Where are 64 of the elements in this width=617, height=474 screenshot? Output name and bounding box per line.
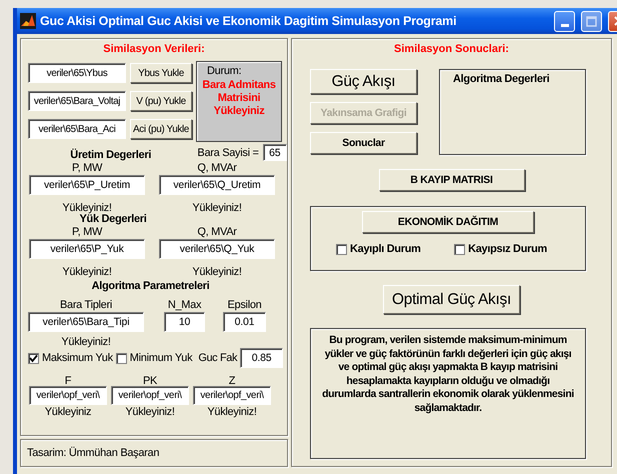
path-field[interactable]: veriler\65\Q_Yuk (159, 239, 275, 259)
load-status: Yükleyiniz! (125, 405, 175, 419)
status-label: Durum: (207, 65, 242, 77)
field-label: Bara Tipleri (60, 298, 112, 312)
window-title: Guc Akisi Optimal Guc Akisi ve Ekonomik Dagitim Simulasyon Programi (40, 14, 456, 28)
path-field[interactable]: veriler\opf_veri\ (111, 386, 189, 405)
checkbox[interactable]: Kayıpsız Durum (454, 243, 547, 255)
minimize-button[interactable] (554, 10, 575, 32)
field-label: P, MW (72, 161, 102, 175)
designer-credit: Tasarim: Ümmühan Başaran (27, 447, 160, 459)
path-field[interactable]: veriler\65\Bara_Voltaj (28, 91, 126, 111)
field-label: Q, MVAr (197, 225, 237, 239)
checkbox[interactable]: Maksimum Yuk (28, 352, 113, 364)
field-label: Epsilon (228, 298, 262, 312)
results-title: Algoritma Degerleri (453, 73, 550, 85)
path-field[interactable]: veriler\65\Bara_Tipi (28, 312, 144, 332)
n-max-field[interactable]: 10 (164, 312, 205, 332)
load-status: Yükleyiniz (44, 405, 92, 419)
load-status: Yükleyiniz! (207, 405, 257, 419)
check-icon (29, 354, 38, 362)
checkbox[interactable]: Kayıplı Durum (336, 243, 421, 255)
field-label: P, MW (72, 225, 102, 239)
path-field[interactable]: veriler\opf_veri\ (29, 386, 107, 405)
field-label: F (64, 374, 72, 386)
minimize-icon (560, 24, 568, 26)
section-title: Üretim Degerleri (69, 149, 152, 161)
power-factor-field[interactable]: 0.85 (240, 348, 284, 368)
economic-dispatch-button[interactable]: EKONOMİK DAĞITIM (362, 211, 534, 233)
checkbox[interactable]: Minimum Yuk (116, 352, 192, 364)
load-status: Yükleyiniz! (62, 265, 112, 279)
action-button[interactable]: Sonuclar (310, 132, 417, 154)
action-button[interactable]: Güç Akışı (310, 69, 417, 94)
app-icon (20, 13, 36, 29)
panel-title: Similasyon Sonuclari: (394, 42, 509, 57)
bus-count-field[interactable]: 65 (262, 144, 287, 161)
field-label: Z (228, 374, 236, 386)
load-status: Yükleyiniz! (61, 335, 111, 349)
panel-title: Similasyon Verileri: (103, 42, 205, 57)
optimal-power-flow-button[interactable]: Optimal Güç Akışı (383, 285, 520, 314)
path-field[interactable]: veriler\65\P_Uretim (29, 175, 145, 195)
path-field[interactable]: veriler\65\Ybus (28, 63, 126, 83)
program-description: Bu program, verilen sistemde maksimum-minimum yükler ve güç faktörünün farklı değerleri için güç akışı ve optimal güç akışı yapmakta B kayıp matrisini hesaplamakta kayıpların olduğu ve olmadığı durumlarda santrallerin ekonomik olarak yüklenmesini sağlamaktadır. (321, 334, 575, 415)
epsilon-field[interactable]: 0.01 (223, 312, 266, 332)
loss-matrix-button[interactable]: B KAYIP MATRISI (378, 169, 524, 191)
field-label: PK (142, 374, 158, 386)
maximize-button[interactable] (581, 10, 602, 32)
field-label: Q, MVAr (197, 161, 237, 175)
load-button[interactable]: Ybus Yukle (130, 63, 192, 83)
bus-count-label: Bara Sayisi = (197, 147, 259, 159)
path-field[interactable]: veriler\65\P_Yuk (29, 239, 145, 259)
field-label: N_Max (168, 298, 202, 312)
status-message: Bara Admitans Matrisini Yükleyiniz (201, 79, 277, 118)
path-field[interactable]: veriler\65\Bara_Aci (28, 119, 126, 139)
section-title: Yük Degerleri (79, 213, 148, 225)
maximize-icon (586, 16, 597, 26)
path-field[interactable]: veriler\opf_veri\ (193, 386, 271, 405)
section-title: Algoritma Parametreleri (90, 280, 210, 292)
field-label: Guc Fak (198, 352, 238, 364)
load-status: Yükleyiniz! (62, 201, 112, 214)
load-status: Yükleyiniz! (192, 201, 242, 215)
load-button[interactable]: Aci (pu) Yukle (130, 119, 192, 139)
path-field[interactable]: veriler\65\Q_Uretim (159, 175, 275, 195)
load-status: Yükleyiniz! (192, 265, 242, 279)
load-button[interactable]: V (pu) Yukle (130, 91, 192, 111)
